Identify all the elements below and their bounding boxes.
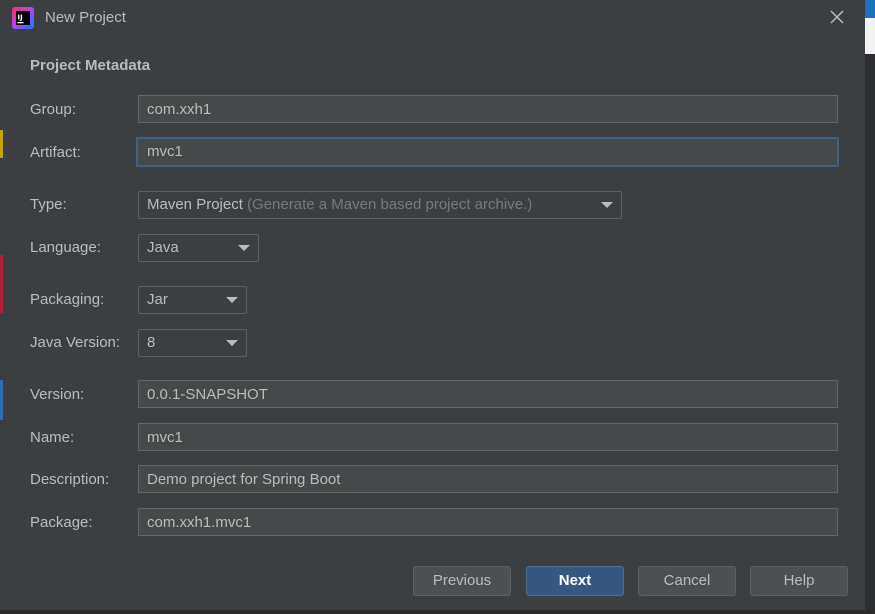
- artifact-label: Artifact:: [30, 144, 81, 161]
- packaging-value: Jar: [147, 291, 168, 308]
- version-label: Version:: [30, 386, 85, 403]
- close-icon[interactable]: [827, 7, 847, 27]
- java-version-value: 8: [147, 334, 156, 351]
- chevron-down-icon: [238, 245, 250, 251]
- background-window-edge-left: [0, 130, 3, 158]
- language-dropdown[interactable]: Java: [138, 234, 259, 262]
- artifact-value: mvc1: [147, 143, 183, 160]
- packaging-label: Packaging:: [30, 291, 105, 308]
- next-button[interactable]: Next: [526, 566, 624, 596]
- chevron-down-icon: [226, 297, 238, 303]
- packaging-dropdown[interactable]: Jar: [138, 286, 247, 314]
- group-field[interactable]: com.xxh1: [138, 95, 838, 123]
- java-version-dropdown[interactable]: 8: [138, 329, 247, 357]
- type-value: Maven Project (Generate a Maven based pr…: [147, 196, 532, 213]
- chevron-down-icon: [601, 202, 613, 208]
- type-selected: Maven Project: [147, 196, 243, 213]
- name-field[interactable]: mvc1: [138, 423, 838, 451]
- language-value: Java: [147, 239, 179, 256]
- package-label: Package:: [30, 514, 93, 531]
- group-label: Group:: [30, 101, 76, 118]
- type-label: Type:: [30, 196, 67, 213]
- package-field[interactable]: com.xxh1.mvc1: [138, 508, 838, 536]
- background-window-edge-bottom: [0, 610, 875, 614]
- group-value: com.xxh1: [147, 101, 212, 118]
- name-label: Name:: [30, 429, 75, 446]
- description-field[interactable]: Demo project for Spring Boot: [138, 465, 838, 493]
- type-dropdown[interactable]: Maven Project (Generate a Maven based pr…: [138, 191, 622, 219]
- svg-text:IJ: IJ: [18, 14, 23, 22]
- cancel-button[interactable]: Cancel: [638, 566, 736, 596]
- chevron-down-icon: [226, 340, 238, 346]
- type-hint: (Generate a Maven based project archive.…: [247, 196, 533, 213]
- help-button[interactable]: Help: [750, 566, 848, 596]
- background-window-edge-left-2: [0, 255, 3, 313]
- description-label: Description:: [30, 471, 110, 488]
- artifact-field[interactable]: mvc1: [136, 137, 839, 167]
- description-value: Demo project for Spring Boot: [147, 471, 341, 488]
- language-label: Language:: [30, 239, 101, 256]
- version-field[interactable]: 0.0.1-SNAPSHOT: [138, 380, 838, 408]
- package-value: com.xxh1.mvc1: [147, 514, 252, 531]
- background-window-edge: [865, 0, 875, 614]
- window-title: New Project: [45, 9, 126, 26]
- section-title: Project Metadata: [30, 57, 151, 74]
- java-version-label: Java Version:: [30, 334, 121, 351]
- name-value: mvc1: [147, 429, 183, 446]
- intellij-idea-icon: IJ: [12, 7, 34, 29]
- version-value: 0.0.1-SNAPSHOT: [147, 386, 268, 403]
- title-bar: IJ New Project: [0, 0, 865, 36]
- background-window-edge-left-3: [0, 380, 3, 420]
- previous-button[interactable]: Previous: [413, 566, 511, 596]
